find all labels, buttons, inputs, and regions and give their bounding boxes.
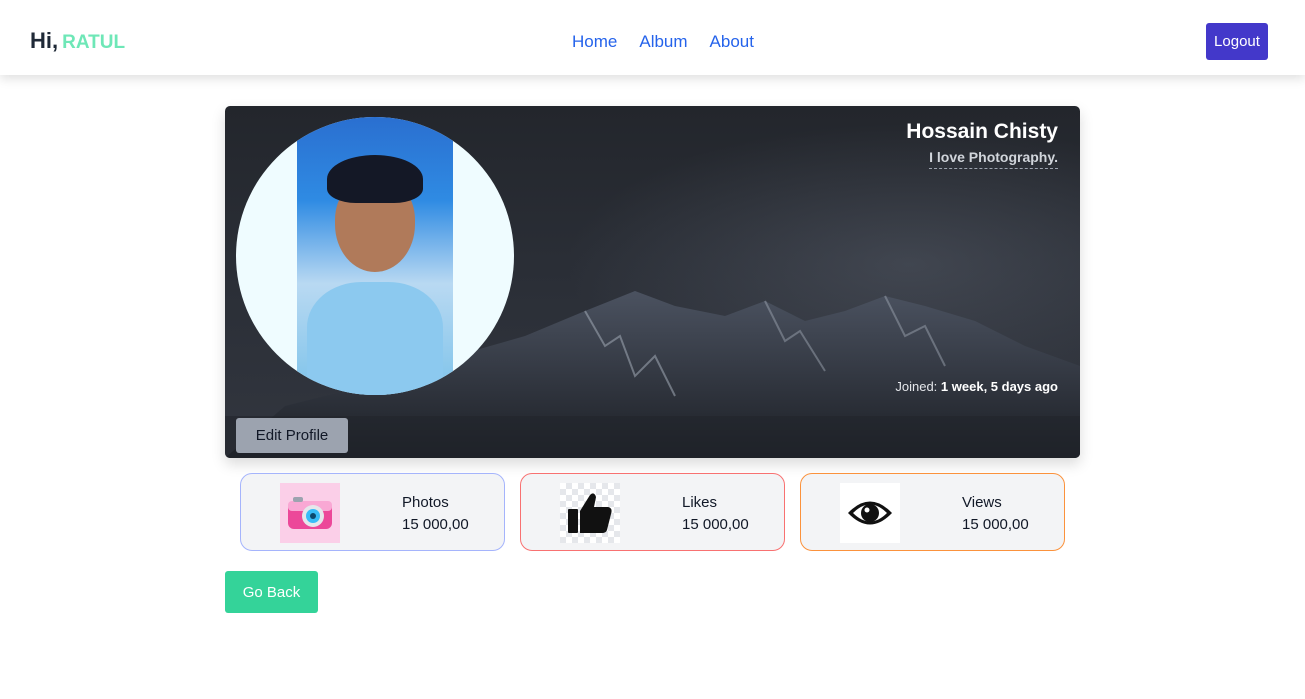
go-back-button[interactable]: Go Back: [225, 571, 318, 613]
profile-card: Hossain Chisty I love Photography. Joine…: [225, 106, 1080, 458]
stat-value-likes: 15 000,00: [682, 516, 749, 533]
stat-card-likes: Likes 15 000,00: [520, 473, 785, 551]
nav-link-album[interactable]: Album: [639, 32, 687, 52]
profile-avatar: [236, 117, 514, 395]
main-nav: Home Album About: [572, 32, 754, 52]
joined-info: Joined: 1 week, 5 days ago: [895, 379, 1058, 394]
stat-label-photos: Photos: [402, 494, 449, 511]
stat-value-photos: 15 000,00: [402, 516, 469, 533]
greeting-text: Hi,: [30, 28, 59, 53]
stat-card-views: Views 15 000,00: [800, 473, 1065, 551]
thumbs-up-icon: [560, 483, 620, 543]
nav-link-home[interactable]: Home: [572, 32, 617, 52]
greeting: Hi, RATUL: [30, 28, 125, 54]
joined-label: Joined:: [895, 379, 938, 394]
joined-value: 1 week, 5 days ago: [940, 379, 1058, 394]
profile-name: Hossain Chisty: [906, 120, 1058, 143]
logout-button[interactable]: Logout: [1206, 23, 1268, 60]
stat-label-views: Views: [962, 494, 1002, 511]
nav-link-about[interactable]: About: [710, 32, 754, 52]
camera-icon: [280, 483, 340, 543]
username: RATUL: [62, 32, 126, 53]
stat-card-photos: Photos 15 000,00: [240, 473, 505, 551]
stat-label-likes: Likes: [682, 494, 718, 511]
top-navbar: Hi, RATUL Home Album About Logout: [0, 0, 1305, 75]
edit-profile-button[interactable]: Edit Profile: [236, 418, 348, 453]
profile-tagline: I love Photography.: [929, 149, 1058, 169]
stat-value-views: 15 000,00: [962, 516, 1029, 533]
eye-icon: [840, 483, 900, 543]
avatar-photo: [297, 117, 453, 395]
